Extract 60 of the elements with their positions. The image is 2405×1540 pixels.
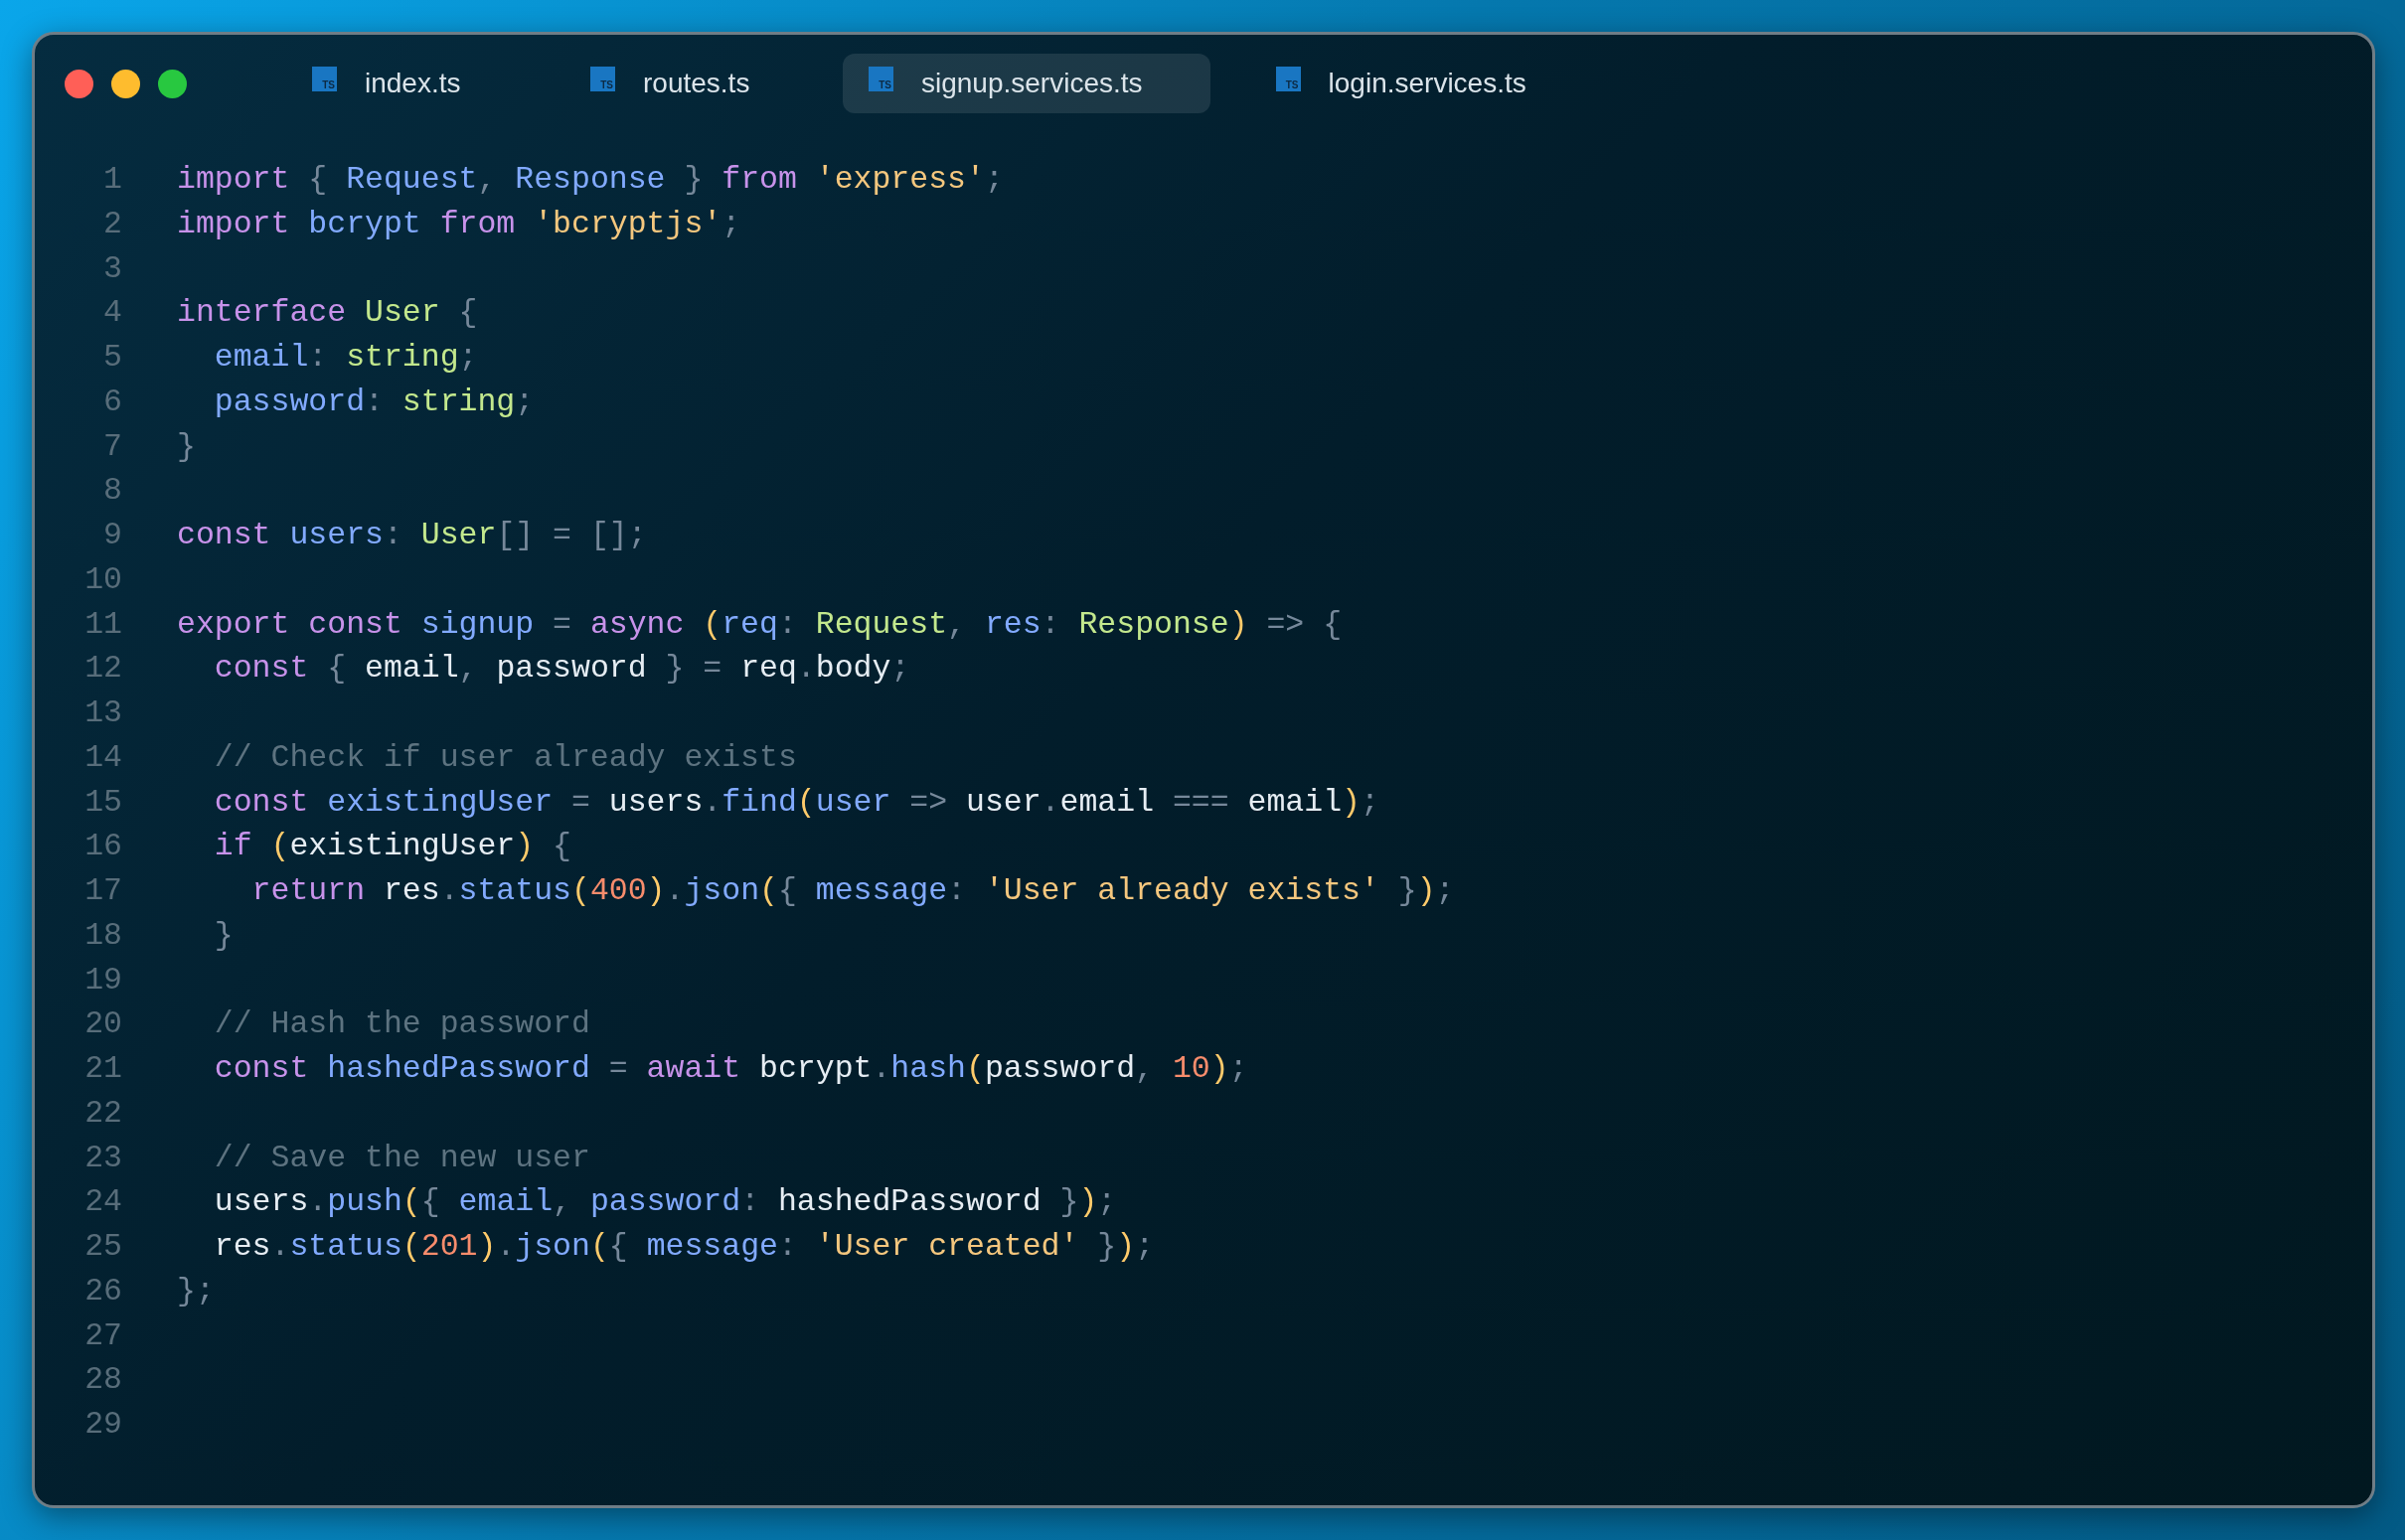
code-line: email: string; bbox=[213, 339, 478, 377]
file-tab[interactable]: TS login.services.ts bbox=[1249, 54, 1552, 113]
line-number: 26 bbox=[83, 1272, 122, 1310]
typescript-file-icon: TS bbox=[1275, 66, 1301, 91]
code-line: export const signup = async (req: Request, res: Response) => { bbox=[177, 605, 1343, 644]
code-line: // Hash the password bbox=[213, 1005, 590, 1044]
line-number: 22 bbox=[83, 1094, 122, 1133]
line-number: 20 bbox=[83, 1005, 122, 1044]
line-number: 14 bbox=[83, 738, 122, 777]
typescript-file-icon: TS bbox=[590, 66, 615, 91]
line-number: 16 bbox=[83, 828, 122, 866]
line-number: 27 bbox=[83, 1316, 122, 1355]
line-number: 11 bbox=[83, 605, 122, 644]
line-number: 7 bbox=[102, 427, 122, 466]
code-line: const existingUser = users.find(user => user.email === email); bbox=[213, 783, 1379, 822]
code-line: const hashedPassword = await bcrypt.hash(password, 10); bbox=[213, 1050, 1248, 1088]
code-line: import bcrypt from 'bcryptjs'; bbox=[177, 205, 741, 243]
line-number: 13 bbox=[83, 694, 122, 732]
line-number: 1 bbox=[102, 161, 122, 199]
code-line: const users: User[] = []; bbox=[177, 517, 647, 554]
close-window-button[interactable] bbox=[65, 69, 93, 98]
zoom-window-button[interactable] bbox=[158, 69, 187, 98]
code-line: users.push({ email, password: hashedPassword }); bbox=[213, 1183, 1117, 1222]
line-number: 12 bbox=[83, 650, 122, 689]
line-number: 28 bbox=[83, 1361, 122, 1400]
line-number: 4 bbox=[102, 294, 122, 333]
line-number: 17 bbox=[83, 872, 122, 910]
typescript-file-icon: TS bbox=[312, 66, 337, 91]
code-line: } bbox=[213, 916, 234, 955]
code-line: const { email, password } = req.body; bbox=[213, 650, 910, 689]
code-line: if (existingUser) { bbox=[213, 828, 571, 866]
line-number: 8 bbox=[102, 472, 122, 511]
line-number: 25 bbox=[83, 1228, 122, 1266]
line-number: 18 bbox=[83, 916, 122, 955]
code-line: }; bbox=[177, 1272, 215, 1310]
line-number: 10 bbox=[83, 560, 122, 599]
line-number: 21 bbox=[83, 1050, 122, 1088]
code-line: // Save the new user bbox=[213, 1139, 590, 1177]
code-line: import { Request, Response } from 'express'; bbox=[177, 161, 1004, 199]
line-number: 6 bbox=[102, 383, 122, 421]
code-line: } bbox=[177, 427, 196, 466]
line-number: 5 bbox=[102, 339, 122, 377]
file-tab[interactable]: TS index.ts bbox=[286, 54, 525, 113]
minimize-window-button[interactable] bbox=[111, 69, 140, 98]
line-number: 23 bbox=[83, 1139, 122, 1177]
line-number: 29 bbox=[83, 1406, 122, 1444]
code-line: password: string; bbox=[213, 383, 535, 421]
code-line: return res.status(400).json({ message: 'User already exists' }); bbox=[250, 872, 1455, 910]
line-number: 19 bbox=[83, 961, 122, 1000]
code-line: interface User { bbox=[177, 294, 478, 333]
file-tab[interactable]: TS routes.ts bbox=[564, 54, 803, 113]
line-number: 24 bbox=[83, 1183, 122, 1222]
typescript-file-icon: TS bbox=[869, 66, 893, 91]
line-number: 3 bbox=[102, 249, 122, 288]
code-line: res.status(201).json({ message: 'User created' }); bbox=[213, 1228, 1155, 1266]
code-line: // Check if user already exists bbox=[213, 738, 797, 777]
line-number: 2 bbox=[102, 205, 122, 243]
line-number: 15 bbox=[83, 783, 122, 822]
file-tab[interactable]: TS signup.services.ts bbox=[843, 54, 1210, 113]
line-number: 9 bbox=[102, 517, 122, 554]
